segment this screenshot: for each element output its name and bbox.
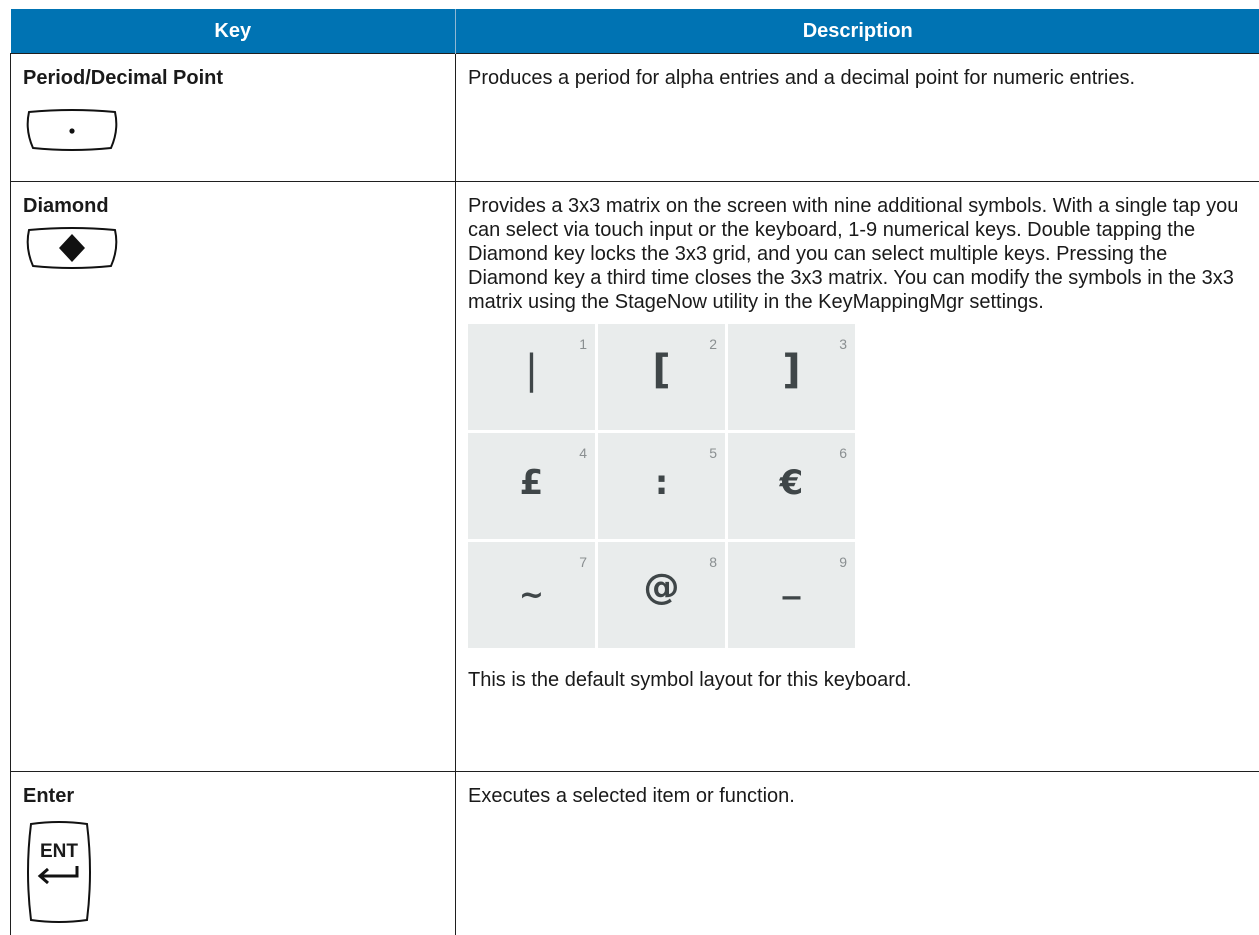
matrix-number: 2: [709, 332, 717, 356]
matrix-number: 1: [579, 332, 587, 356]
header-key: Key: [11, 9, 456, 54]
key-cell: Enter ENT: [11, 772, 456, 935]
key-name: Enter: [23, 784, 443, 808]
matrix-symbol: ~: [468, 584, 595, 608]
table-row: Enter ENT Executes a selected item or fu…: [11, 772, 1259, 935]
matrix-number: 5: [709, 441, 717, 465]
matrix-cell: 1|: [468, 324, 595, 430]
description-cell: Executes a selected item or function.: [456, 772, 1259, 935]
key-cell: Period/Decimal Point: [11, 54, 456, 182]
enter-key-label: ENT: [23, 840, 95, 864]
matrix-cell: 4£: [468, 433, 595, 539]
matrix-number: 3: [839, 332, 847, 356]
symbol-matrix: 1| 2[ 3] 4£ 5: 6€ 7~ 8@ 9_: [468, 324, 855, 648]
enter-key-icon: ENT: [23, 820, 95, 924]
matrix-number: 6: [839, 441, 847, 465]
matrix-symbol: ]: [728, 358, 855, 382]
matrix-symbol: _: [728, 568, 855, 592]
key-cell: Diamond: [11, 182, 456, 772]
description-text: Produces a period for alpha entries and …: [468, 66, 1247, 90]
description-text: Executes a selected item or function.: [468, 784, 1247, 808]
diamond-key-icon: [23, 226, 121, 270]
header-description: Description: [456, 9, 1259, 54]
description-cell: Produces a period for alpha entries and …: [456, 54, 1259, 182]
matrix-symbol: [: [598, 358, 725, 382]
table-row: Diamond Provides a 3x3 matrix on the scr…: [11, 182, 1259, 772]
table-row: Period/Decimal Point Produces a period f…: [11, 54, 1259, 182]
matrix-cell: 5:: [598, 433, 725, 539]
matrix-footer-text: This is the default symbol layout for th…: [468, 668, 1247, 692]
description-cell: Provides a 3x3 matrix on the screen with…: [456, 182, 1259, 772]
key-name: Period/Decimal Point: [23, 66, 443, 90]
matrix-cell: 2[: [598, 324, 725, 430]
matrix-cell: 9_: [728, 542, 855, 648]
matrix-cell: 7~: [468, 542, 595, 648]
description-text: Provides a 3x3 matrix on the screen with…: [468, 194, 1247, 314]
table-header-row: Key Description: [11, 9, 1259, 54]
matrix-number: 4: [579, 441, 587, 465]
matrix-number: 7: [579, 550, 587, 574]
key-name: Diamond: [23, 194, 443, 218]
matrix-cell: 6€: [728, 433, 855, 539]
matrix-symbol: |: [468, 358, 595, 382]
matrix-symbol: :: [598, 471, 725, 495]
matrix-number: 8: [709, 550, 717, 574]
matrix-symbol: @: [598, 576, 725, 600]
matrix-symbol: €: [728, 471, 855, 495]
matrix-symbol: £: [468, 471, 595, 495]
period-key-icon: [23, 108, 121, 152]
matrix-cell: 8@: [598, 542, 725, 648]
key-table: Key Description Period/Decimal Point Pro…: [10, 9, 1259, 935]
matrix-cell: 3]: [728, 324, 855, 430]
